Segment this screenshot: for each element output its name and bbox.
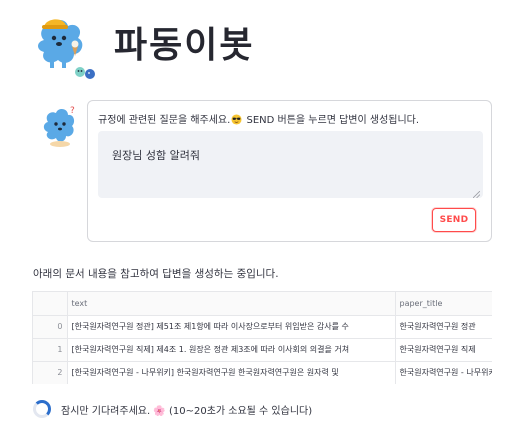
question-mascot-icon: ?	[40, 104, 80, 150]
row-text[interactable]: [한국원자력연구원 - 나무위키] 한국원자력연구원 한국원자력연구원은 원자력…	[67, 361, 396, 384]
column-header-paper-title[interactable]: paper_title	[395, 292, 492, 316]
spinner-icon	[33, 400, 51, 418]
row-paper-title[interactable]: 한국원자력연구원 직제	[395, 338, 492, 362]
column-header-text[interactable]: text	[67, 292, 396, 316]
question-input[interactable]: 원장님 성함 알려줘	[98, 131, 483, 199]
row-paper-title[interactable]: 한국원자력연구원 정관	[395, 315, 492, 339]
question-form: 규정에 관련된 질문을 해주세요. SEND 버튼을 누르면 답변이 생성됩니다…	[87, 100, 492, 242]
row-index: 2	[33, 361, 68, 384]
send-button[interactable]: SEND	[432, 208, 476, 232]
form-instruction-before: 규정에 관련된 질문을 해주세요.	[98, 115, 231, 126]
question-input-value: 원장님 성함 알려줘	[112, 149, 200, 162]
status-message: 아래의 문서 내용을 참고하여 답변을 생성하는 중입니다.	[33, 268, 279, 280]
row-index: 0	[33, 315, 68, 339]
form-instruction-after: SEND 버튼을 누르면 답변이 생성됩니다.	[243, 115, 420, 126]
loading-text: 잠시만 기다려주세요. 🌸 (10~20초가 소요될 수 있습니다)	[61, 405, 313, 417]
form-instruction: 규정에 관련된 질문을 해주세요. SEND 버튼을 누르면 답변이 생성됩니다…	[98, 111, 419, 128]
app-header: 파동이봇	[30, 10, 254, 82]
svg-text:?: ?	[70, 106, 75, 116]
page-title: 파동이봇	[114, 25, 255, 66]
loading-indicator: 잠시만 기다려주세요. 🌸 (10~20초가 소요될 수 있습니다)	[33, 400, 312, 418]
table-row[interactable]: 1 [한국원자력연구원 직제] 제4조 1. 원장은 정관 제3조에 따라 이사…	[33, 338, 492, 362]
mascot-logo-icon	[30, 10, 102, 82]
row-text[interactable]: [한국원자력연구원 직제] 제4조 1. 원장은 정관 제3조에 따라 이사회의…	[67, 338, 396, 362]
sunglasses-emoji-icon	[231, 114, 242, 128]
column-header-index[interactable]	[33, 292, 68, 316]
table-row[interactable]: 2 [한국원자력연구원 - 나무위키] 한국원자력연구원 한국원자력연구원은 원…	[33, 361, 492, 384]
row-text[interactable]: [한국원자력연구원 정관] 제51조 제1항에 따라 이사장으로부터 위임받은 …	[67, 315, 396, 339]
reference-table[interactable]: text paper_title 0 [한국원자력연구원 정관] 제51조 제1…	[32, 291, 492, 384]
table-header-row: text paper_title	[33, 292, 492, 316]
row-paper-title[interactable]: 한국원자력연구원 - 나무위키	[395, 361, 492, 384]
table-row[interactable]: 0 [한국원자력연구원 정관] 제51조 제1항에 따라 이사장으로부터 위임받…	[33, 315, 492, 339]
row-index: 1	[33, 338, 68, 362]
resize-handle-icon[interactable]	[472, 188, 481, 199]
